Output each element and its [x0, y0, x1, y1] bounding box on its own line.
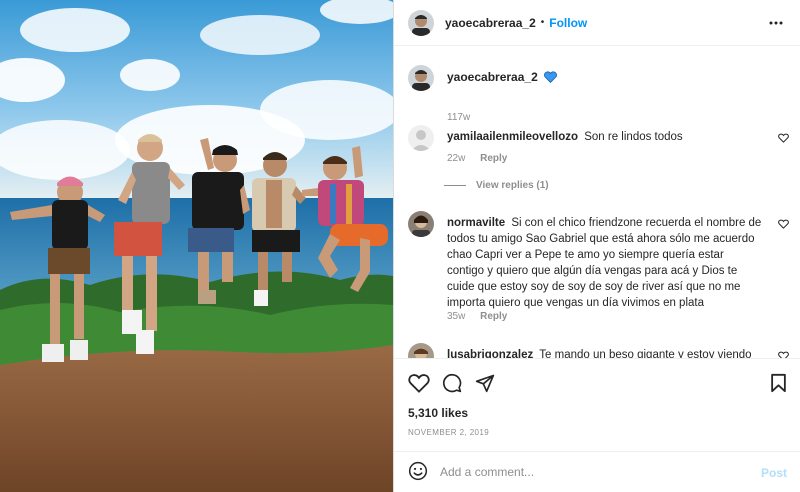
comment-text: Si con el chico friendzone recuerda el n… — [447, 217, 762, 309]
reply-button[interactable]: Reply — [480, 153, 507, 164]
comment-meta: 35w Reply — [447, 311, 507, 322]
save-bookmark-icon[interactable] — [770, 373, 787, 396]
comments-list[interactable]: yaoecabreraa_2 117w yamilaailenmileovell… — [394, 47, 800, 358]
more-options-icon[interactable] — [769, 15, 783, 27]
instagram-post: yaoecabreraa_2 • Follow yaoecabreraa_2 1… — [0, 0, 800, 492]
separator-dot: • — [540, 17, 545, 28]
caption-text: yaoecabreraa_2 — [447, 70, 558, 86]
comment-text: Son re lindos todos — [584, 131, 683, 143]
like-count[interactable]: 5,310 likes — [408, 406, 468, 420]
author-avatar[interactable] — [408, 9, 434, 36]
caption-time[interactable]: 117w — [447, 112, 470, 123]
comment-body: normavilte Si con el chico friendzone re… — [447, 215, 762, 311]
view-replies-label: View replies (1) — [476, 180, 549, 191]
add-comment-bar: Post — [394, 451, 800, 492]
post-photo[interactable] — [0, 0, 393, 492]
comment-input[interactable] — [440, 465, 750, 479]
comment-time[interactable]: 35w — [447, 311, 465, 322]
commenter-avatar[interactable] — [408, 343, 434, 358]
comment-body: yamilaailenmileovellozo Son re lindos to… — [447, 129, 762, 145]
comment-meta: 22w Reply — [447, 153, 507, 164]
view-replies-line — [444, 185, 466, 186]
comment-username[interactable]: lusabrigonzalez — [447, 349, 533, 358]
post-actions: 5,310 likes NOVEMBER 2, 2019 — [394, 358, 800, 447]
post-header: yaoecabreraa_2 • Follow — [394, 0, 800, 46]
commenter-avatar[interactable] — [408, 211, 434, 237]
comment-username[interactable]: normavilte — [447, 217, 505, 229]
post-side-panel: yaoecabreraa_2 • Follow yaoecabreraa_2 1… — [393, 0, 800, 492]
comment-text: Te mando un beso gigante y estoy viendo — [539, 349, 752, 358]
author-username[interactable]: yaoecabreraa_2 — [445, 16, 536, 30]
comment-like-heart-icon[interactable] — [778, 218, 789, 232]
share-paper-plane-icon[interactable] — [475, 373, 495, 396]
smiley-icon[interactable] — [408, 461, 428, 484]
view-replies-button[interactable]: View replies (1) — [444, 180, 549, 191]
caption-avatar[interactable] — [408, 65, 434, 91]
comment-body: lusabrigonzalez Te mando un beso gigante… — [447, 347, 762, 358]
reply-button[interactable]: Reply — [480, 311, 507, 322]
post-image — [0, 0, 393, 492]
blue-heart-icon — [544, 71, 558, 86]
post-date[interactable]: NOVEMBER 2, 2019 — [408, 428, 489, 437]
comment-like-heart-icon[interactable] — [778, 132, 789, 146]
comment-icon[interactable] — [442, 373, 462, 396]
comment-username[interactable]: yamilaailenmileovellozo — [447, 131, 578, 143]
comment-time[interactable]: 22w — [447, 153, 465, 164]
like-heart-icon[interactable] — [408, 373, 430, 396]
comment-like-heart-icon[interactable] — [778, 350, 789, 358]
caption-username[interactable]: yaoecabreraa_2 — [447, 70, 538, 84]
follow-button[interactable]: Follow — [549, 16, 587, 30]
commenter-avatar[interactable] — [408, 125, 434, 151]
post-comment-button[interactable]: Post — [761, 466, 787, 480]
